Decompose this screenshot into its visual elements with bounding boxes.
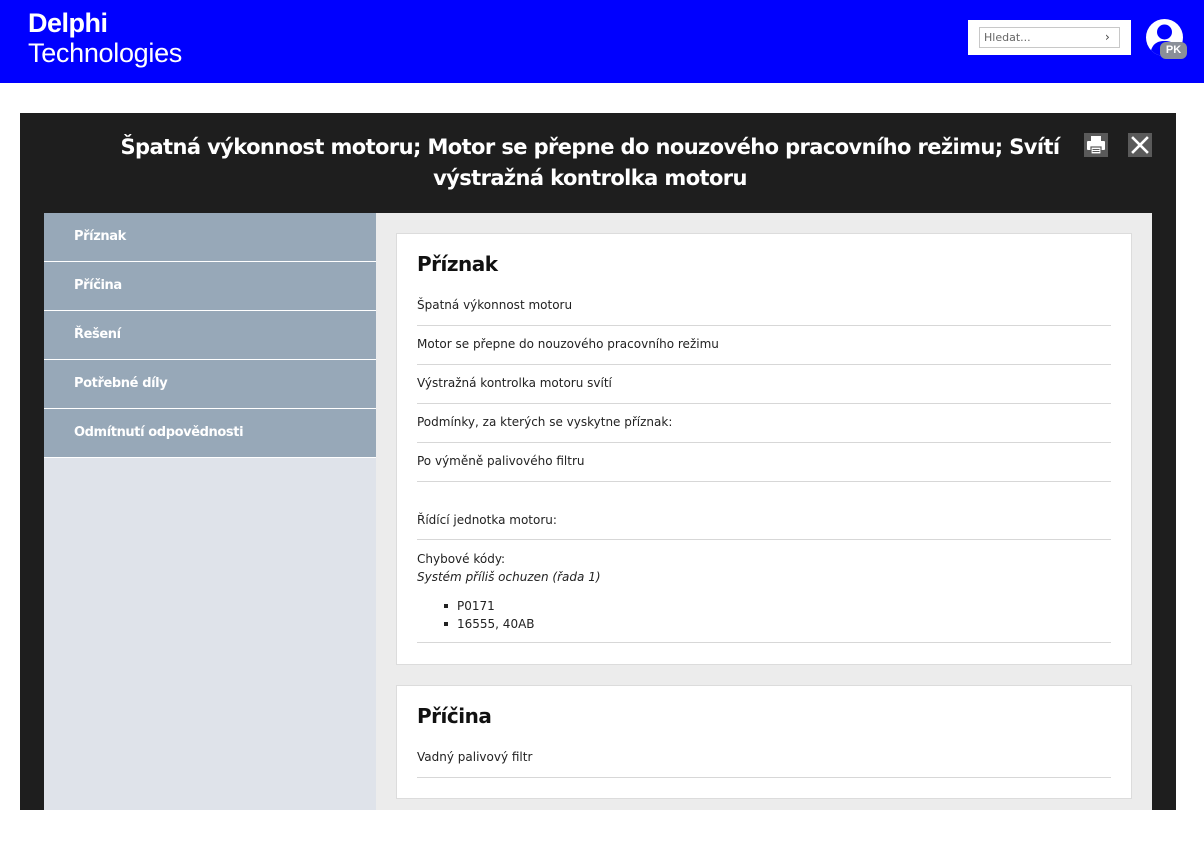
sidebar-item-priznak[interactable]: Příznak — [44, 213, 376, 262]
error-code-item: 16555, 40AB — [437, 615, 535, 633]
error-code-item: P0171 — [437, 597, 535, 615]
symptom-row-text: Podmínky, za kterých se vyskytne příznak… — [417, 415, 673, 429]
symptom-row: Výstražná kontrolka motoru svítí — [417, 376, 1111, 404]
error-codes-block: Chybové kódy: Systém příliš ochuzen (řad… — [417, 552, 1111, 643]
symptom-card: Příznak Špatná výkonnost motoru Motor se… — [396, 233, 1132, 665]
print-button[interactable] — [1084, 133, 1108, 157]
sidebar-item-odmitnuti[interactable]: Odmítnutí odpovědnosti — [44, 409, 376, 458]
search-submit-chevron-icon[interactable]: › — [1105, 30, 1110, 44]
close-icon — [1128, 133, 1152, 157]
symptom-row: Po výměně palivového filtru — [417, 454, 1111, 482]
cause-row-text: Vadný palivový filtr — [417, 750, 533, 764]
sidebar-item-pricina[interactable]: Příčina — [44, 262, 376, 311]
symptom-heading: Příznak — [417, 252, 498, 276]
brand-line2: Technologies — [28, 38, 183, 68]
brand-line1: Delphi — [28, 8, 108, 38]
sidebar-item-potrebne-dily[interactable]: Potřebné díly — [44, 360, 376, 409]
top-header: Delphi Technologies › PK — [0, 0, 1204, 83]
search-input[interactable] — [979, 27, 1120, 48]
search-box: › — [968, 20, 1131, 55]
delphi-logo[interactable]: Delphi Technologies — [28, 10, 182, 67]
error-code-list: P0171 16555, 40AB — [437, 597, 535, 633]
symptom-row-text: Řídící jednotka motoru: — [417, 513, 557, 527]
symptom-row: Špatná výkonnost motoru — [417, 298, 1111, 326]
user-initials-badge: PK — [1160, 42, 1187, 59]
symptom-row: Motor se přepne do nouzového pracovního … — [417, 337, 1111, 365]
symptom-modal: Špatná výkonnost motoru; Motor se přepne… — [20, 113, 1176, 810]
symptom-row-text: Špatná výkonnost motoru — [417, 298, 573, 312]
error-codes-label: Chybové kódy: — [417, 552, 506, 566]
modal-content: Příznak Příčina Řešení Potřebné díly Odm… — [44, 213, 1152, 810]
modal-title: Špatná výkonnost motoru; Motor se přepne… — [120, 135, 1061, 190]
sidebar-item-reseni[interactable]: Řešení — [44, 311, 376, 360]
symptom-row: Řídící jednotka motoru: — [417, 513, 1111, 540]
symptom-row-text: Výstražná kontrolka motoru svítí — [417, 376, 612, 390]
error-description: Systém příliš ochuzen (řada 1) — [417, 570, 601, 584]
cause-card: Příčina Vadný palivový filtr — [396, 685, 1132, 799]
symptom-row: Podmínky, za kterých se vyskytne příznak… — [417, 415, 1111, 443]
symptom-row-text: Po výměně palivového filtru — [417, 454, 585, 468]
cause-row: Vadný palivový filtr — [417, 750, 1111, 778]
cause-heading: Příčina — [417, 704, 492, 728]
section-sidebar: Příznak Příčina Řešení Potřebné díly Odm… — [44, 213, 376, 810]
close-button[interactable] — [1128, 133, 1152, 157]
print-icon — [1084, 133, 1108, 157]
symptom-row-text: Motor se přepne do nouzového pracovního … — [417, 337, 719, 351]
